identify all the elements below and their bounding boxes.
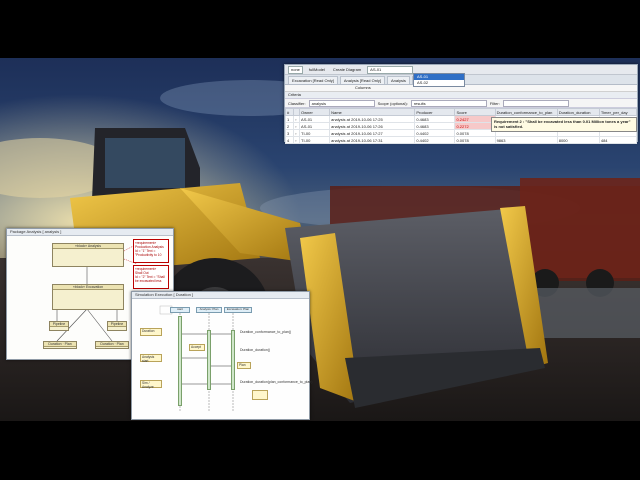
activation-bar xyxy=(207,330,211,390)
table-header-row: # Owner Name Producer Score Duration_con… xyxy=(284,108,638,116)
analysis-block[interactable]: «block» Analysis xyxy=(52,243,124,267)
scope-field[interactable]: results xyxy=(410,99,487,107)
letterbox-top xyxy=(0,0,640,58)
column-header[interactable]: Score xyxy=(454,108,496,116)
cell-producer: 0.4683 xyxy=(414,115,456,123)
column-header[interactable]: Name xyxy=(329,108,416,116)
cell-name: analysis at 2019-10-06 17:25 xyxy=(329,115,416,123)
block-name: Duration · Plan xyxy=(44,342,76,347)
lifeline-header[interactable]: Analysis: Plan xyxy=(196,307,222,313)
tab-analysis-readonly[interactable]: Analysis [Read Only] xyxy=(339,76,385,84)
search-input[interactable]: AS-01 xyxy=(367,65,414,74)
dropdown-item[interactable]: AS-02 xyxy=(414,80,464,86)
block-name: Excavation xyxy=(85,285,104,289)
block-stereotype: «block» xyxy=(72,285,85,289)
results-table-window: none fullModel Create Diagram AS-01 AS-0… xyxy=(284,64,638,144)
cell-producer: 0.4683 xyxy=(414,122,456,130)
search-dropdown: AS-01 AS-02 xyxy=(413,73,465,87)
excavation-block[interactable]: «block» Excavation xyxy=(52,284,124,310)
message-label: Duration_conformance_to_plan() xyxy=(240,330,292,334)
activation-bar xyxy=(231,330,235,390)
block-name: Pipeline xyxy=(108,322,126,327)
cell-owner: TI-00 xyxy=(299,136,331,144)
column-header[interactable]: # xyxy=(284,108,295,116)
block-name: Duration · Plan xyxy=(96,342,128,347)
lifeline-header[interactable]: start xyxy=(170,307,190,313)
tab-analysis[interactable]: Analysis xyxy=(386,76,410,84)
duration-block-right[interactable]: Duration · Plan xyxy=(95,341,129,349)
column-header[interactable]: Duration_conformance_to_plan xyxy=(494,108,558,116)
view-select[interactable]: none xyxy=(288,65,303,74)
classifier-label: Classifier: xyxy=(288,100,306,106)
message-label: Duration_duration() xyxy=(240,348,271,352)
cell-score: 0.2272 xyxy=(454,122,496,130)
analysis-start-box[interactable]: Analysis start xyxy=(140,354,162,363)
cell-producer: 0.4402 xyxy=(414,129,456,137)
row-number: 4 xyxy=(284,136,295,144)
accept-box[interactable]: Accept xyxy=(189,344,205,351)
criteria-header: Criteria xyxy=(285,92,637,99)
block-stereotype: «block» xyxy=(75,244,88,248)
requirement-tooltip: Requirement 2 : "Shall be excavated less… xyxy=(491,117,637,132)
lifeline-header[interactable]: Excavation: Plan xyxy=(224,307,252,313)
filter-label: Filter: xyxy=(489,100,500,106)
cell-producer: 0.4402 xyxy=(414,136,456,144)
message-label: Duration_duration(plan_conformance_to_pl… xyxy=(240,380,313,384)
block-name: Pipeline xyxy=(50,322,68,327)
column-header[interactable]: Producer xyxy=(414,108,456,116)
note-text: Id = "2" Text = "Shall be excavated less… xyxy=(135,275,165,283)
duration-box[interactable]: Duration xyxy=(140,328,162,336)
filter-input[interactable] xyxy=(502,99,569,107)
pipeline-block-right[interactable]: Pipeline xyxy=(107,321,127,331)
sim-analyze-box[interactable]: Sim / Analyze xyxy=(140,380,162,389)
create-diagram-button[interactable]: Create Diagram xyxy=(331,67,363,73)
note-text: Id = "1" Text = "Productivity to 10 Mill… xyxy=(135,249,162,257)
column-header[interactable]: Duration_duration xyxy=(556,108,600,116)
sequence-diagram-window: Simulation Execution [ Duration ] start … xyxy=(131,291,313,420)
cell-owner: AS-01 xyxy=(299,122,331,130)
cell-score: 0.2427 xyxy=(454,115,496,123)
row-number: 1 xyxy=(284,115,295,123)
cell-score: 0.0078 xyxy=(454,136,496,144)
tab-excavation[interactable]: Excavation [Read Only] xyxy=(288,76,338,84)
table-row[interactable]: 4 ▫ TI-00 analysis at 2019-10-06 17:31 0… xyxy=(284,136,638,144)
result-note xyxy=(252,390,268,400)
cell-name: analysis at 2019-10-06 17:26 xyxy=(329,122,416,130)
requirement-note-shall-out[interactable]: «requirement» Shall Out Id = "2" Text = … xyxy=(133,265,169,289)
cell-name: analysis at 2019-10-06 17:31 xyxy=(329,136,416,144)
row-number: 2 xyxy=(284,122,295,130)
row-number: 3 xyxy=(284,129,295,137)
block-name: Analysis xyxy=(87,244,101,248)
cell-owner: TI-00 xyxy=(299,129,331,137)
activation-bar xyxy=(178,316,182,406)
cell-score: 0.0078 xyxy=(454,129,496,137)
fullmodel-button[interactable]: fullModel xyxy=(307,67,327,73)
pipeline-block-left[interactable]: Pipeline xyxy=(49,321,69,331)
column-header[interactable]: Timer_per_day xyxy=(598,108,638,116)
requirement-note-production[interactable]: «requirement» Production Analysis Id = "… xyxy=(133,239,169,263)
cell-duration-plan: 9863 xyxy=(494,136,558,144)
classifier-field[interactable]: analysis xyxy=(308,99,375,107)
cell-timer: 484 xyxy=(598,136,638,144)
scope-label: Scope (optional): xyxy=(377,100,408,106)
letterbox-bottom xyxy=(0,421,640,480)
duration-block-left[interactable]: Duration · Plan xyxy=(43,341,77,349)
column-header[interactable]: Owner xyxy=(299,108,331,116)
cell-duration: 8000 xyxy=(556,136,600,144)
cell-name: analysis at 2019-10-06 17:27 xyxy=(329,129,416,137)
plan-box[interactable]: Plan xyxy=(237,362,251,369)
filter-bar: Classifier: analysis Scope (optional): r… xyxy=(285,99,637,108)
cell-owner: AS-01 xyxy=(299,115,331,123)
